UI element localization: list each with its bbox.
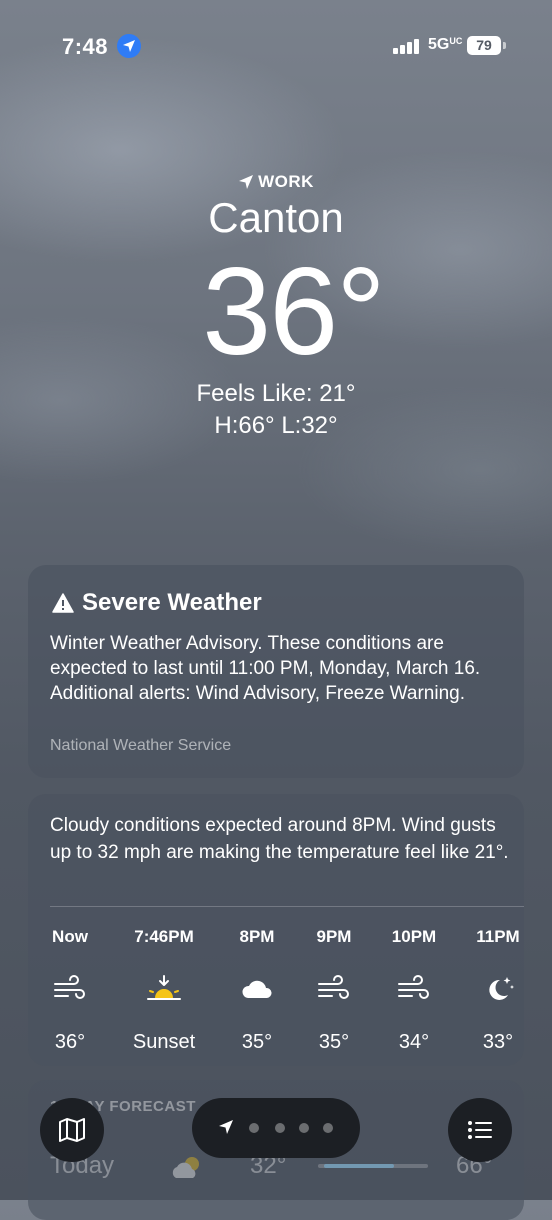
location-arrow-icon (239, 175, 254, 189)
hour-label: 7:46PM (134, 927, 194, 946)
page-dot[interactable] (299, 1123, 309, 1133)
hour-temperature: 33° (482, 1031, 514, 1053)
wind-icon (396, 974, 432, 1004)
locations-list-button[interactable] (448, 1098, 512, 1162)
hour-item: 7:46PM Sunset (124, 794, 204, 1066)
alert-source: National Weather Service (50, 737, 232, 754)
hour-temperature: 36° (54, 1031, 86, 1053)
hour-temperature: 35° (241, 1031, 273, 1053)
page-dot[interactable] (275, 1123, 285, 1133)
hour-label: 8PM (239, 927, 275, 946)
city-name: Canton (208, 194, 344, 241)
hour-item: 11PM 33° (458, 794, 538, 1066)
severe-weather-card[interactable]: Severe Weather Winter Weather Advisory. … (28, 565, 524, 778)
hour-item: 9PM 35° (294, 794, 374, 1066)
current-temperature: 36° (202, 243, 386, 381)
hour-temperature: 35° (318, 1031, 350, 1053)
page-indicator[interactable] (192, 1098, 360, 1158)
hour-label: 11PM (476, 927, 520, 946)
wind-icon (316, 974, 352, 1004)
alert-title: Severe Weather (52, 589, 262, 617)
moon-stars-icon (480, 974, 516, 1004)
feels-like: Feels Like: 21° (196, 380, 356, 407)
battery-cap (503, 42, 506, 49)
cellular-signal-icon (393, 38, 421, 54)
hour-label: Now (52, 927, 88, 946)
hour-item: 10PM 34° (374, 794, 454, 1066)
hour-label: 10PM (391, 927, 437, 946)
hour-item: Now 36° (30, 794, 110, 1066)
hourly-forecast-card[interactable]: Cloudy conditions expected around 8PM. W… (28, 794, 524, 1066)
status-bar: 7:48 5GUC 79 (0, 0, 552, 92)
map-icon (59, 1118, 85, 1142)
temperature-range-fill (324, 1164, 394, 1168)
cloud-icon (239, 974, 275, 1004)
status-time: 7:48 (62, 34, 109, 59)
hour-temperature: Sunset (132, 1031, 196, 1053)
location-arrow-icon (219, 1120, 233, 1134)
page-dot[interactable] (323, 1123, 333, 1133)
page-dot[interactable] (249, 1123, 259, 1133)
list-icon (468, 1121, 492, 1139)
partly-cloudy-icon (168, 1152, 208, 1187)
warning-icon (52, 593, 74, 613)
battery-icon: 79 (467, 36, 501, 55)
map-button[interactable] (40, 1098, 104, 1162)
hour-temperature: 34° (398, 1031, 430, 1053)
location-active-icon (117, 34, 141, 58)
alert-text: Winter Weather Advisory. These condition… (50, 633, 481, 704)
wind-icon (52, 974, 88, 1004)
high-low: H:66° L:32° (214, 412, 338, 439)
location-label: WORK (0, 172, 552, 192)
hour-item: 8PM 35° (217, 794, 297, 1066)
hour-label: 9PM (316, 927, 352, 946)
network-type: 5GUC (428, 36, 463, 53)
sunset-icon (146, 974, 182, 1004)
